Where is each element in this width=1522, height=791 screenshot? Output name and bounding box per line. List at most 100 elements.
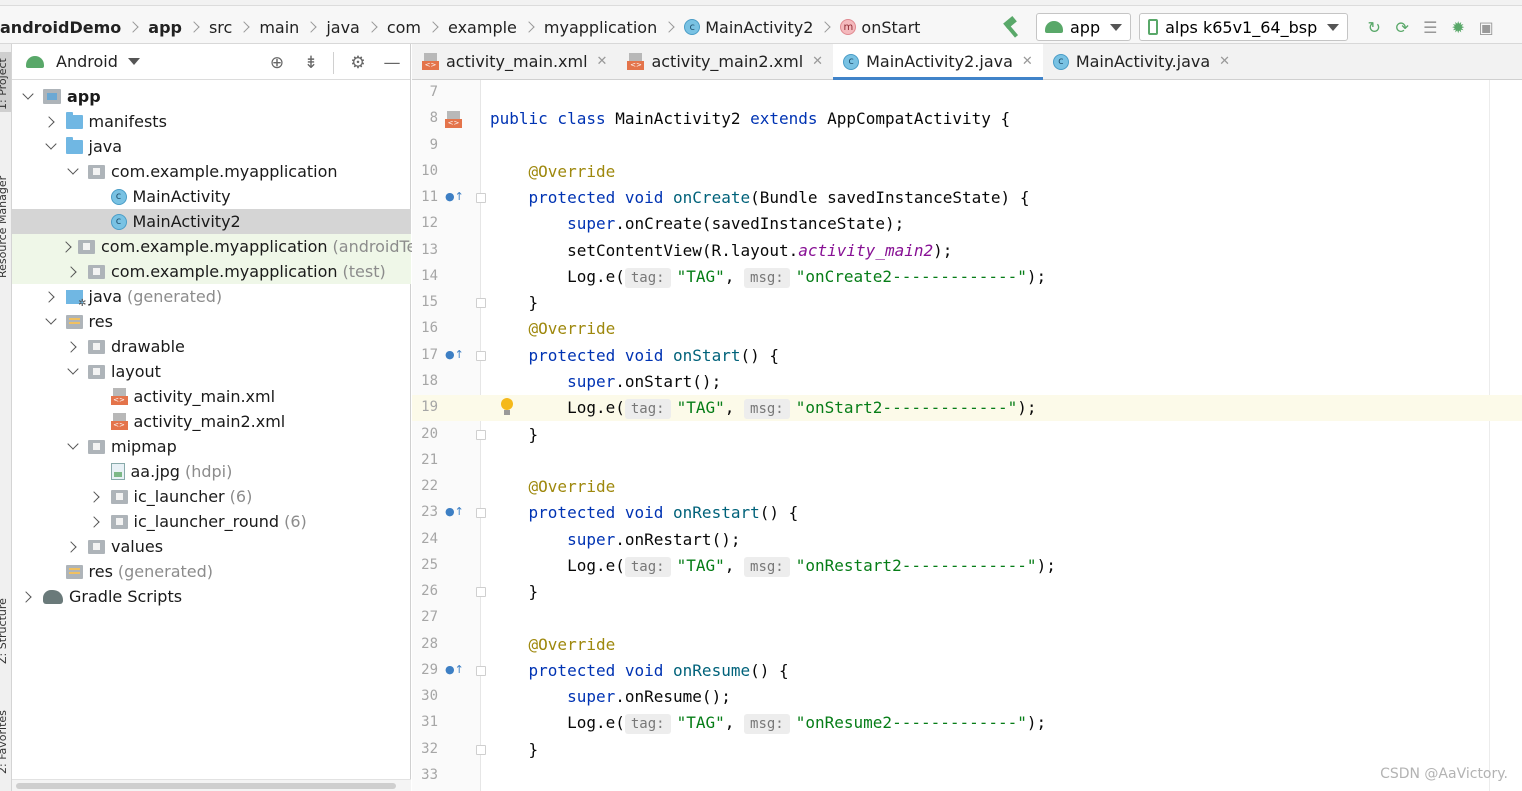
chevron-right-icon[interactable] bbox=[66, 540, 80, 554]
code-line[interactable]: 18 super.onStart(); bbox=[412, 369, 1522, 395]
override-marker-icon[interactable]: ●↑ bbox=[445, 190, 464, 203]
chevron-right-icon[interactable] bbox=[66, 265, 80, 279]
fold-toggle-icon[interactable] bbox=[476, 508, 486, 518]
breadcrumb-item[interactable]: myapplication bbox=[544, 18, 657, 37]
project-view-selector[interactable]: Android bbox=[56, 52, 118, 71]
code-line[interactable]: 13 setContentView(R.layout.activity_main… bbox=[412, 238, 1522, 264]
tree-item[interactable]: activity_main.xml bbox=[12, 384, 411, 409]
build-hammer-icon[interactable] bbox=[1000, 16, 1024, 38]
code-line[interactable]: 30 super.onResume(); bbox=[412, 684, 1522, 710]
override-marker-icon[interactable]: ●↑ bbox=[445, 663, 464, 676]
tree-item[interactable]: res (generated) bbox=[12, 559, 411, 584]
tree-item[interactable]: Gradle Scripts bbox=[12, 584, 411, 609]
apply-code-changes-icon[interactable]: ⟳ bbox=[1392, 17, 1412, 37]
chevron-down-icon[interactable] bbox=[66, 165, 80, 179]
collapse-all-icon[interactable]: ⇟ bbox=[301, 53, 321, 73]
code-line[interactable]: 12 super.onCreate(savedInstanceState); bbox=[412, 211, 1522, 237]
tree-item[interactable]: res bbox=[12, 309, 411, 334]
code-line[interactable]: 26 } bbox=[412, 579, 1522, 605]
tree-item[interactable]: ic_launcher_round (6) bbox=[12, 509, 411, 534]
code-line[interactable]: 31 Log.e(tag: "TAG", msg: "onResume2------… bbox=[412, 710, 1522, 736]
code-line[interactable]: 20 } bbox=[412, 422, 1522, 448]
chevron-down-icon[interactable] bbox=[44, 315, 58, 329]
close-icon[interactable]: ✕ bbox=[1219, 54, 1230, 69]
tree-item[interactable]: java(generated) bbox=[12, 284, 411, 309]
tree-item[interactable]: app bbox=[12, 84, 411, 109]
attach-debugger-icon[interactable]: ▣ bbox=[1476, 17, 1496, 37]
breadcrumb-item[interactable]: example bbox=[448, 18, 517, 37]
code-line[interactable]: 23 ●↑ protected void onRestart() { bbox=[412, 500, 1522, 526]
hide-minus-icon[interactable]: — bbox=[382, 53, 402, 73]
tree-item[interactable]: java bbox=[12, 134, 411, 159]
chevron-down-icon[interactable] bbox=[127, 58, 140, 65]
chevron-down-icon[interactable] bbox=[66, 440, 80, 454]
fold-toggle-icon[interactable] bbox=[476, 587, 486, 597]
code-line[interactable]: 16 @Override bbox=[412, 316, 1522, 342]
locate-target-icon[interactable]: ⊕ bbox=[267, 53, 287, 73]
tree-item[interactable]: com.example.myapplication (test) bbox=[12, 259, 411, 284]
code-line[interactable]: 14 Log.e(tag: "TAG", msg: "onCreate2------… bbox=[412, 264, 1522, 290]
editor-tab[interactable]: c MainActivity2.java ✕ bbox=[833, 44, 1043, 80]
override-marker-icon[interactable]: ●↑ bbox=[445, 348, 464, 361]
code-line[interactable]: 19 Log.e(tag: "TAG", msg: "onStart2-------… bbox=[412, 395, 1522, 421]
related-xml-icon[interactable] bbox=[445, 111, 462, 128]
breadcrumb-item[interactable]: androidDemo bbox=[0, 18, 121, 37]
code-line[interactable]: 21 bbox=[412, 448, 1522, 474]
tree-item[interactable]: aa.jpg (hdpi) bbox=[12, 459, 411, 484]
code-area[interactable]: 7 8 public class MainActivity2 extends App… bbox=[412, 80, 1522, 791]
code-line[interactable]: 25 Log.e(tag: "TAG", msg: "onRestart2-----… bbox=[412, 553, 1522, 579]
chevron-right-icon[interactable] bbox=[89, 490, 103, 504]
fold-toggle-icon[interactable] bbox=[476, 745, 486, 755]
breadcrumb-item[interactable]: com bbox=[387, 18, 421, 37]
run-list-icon[interactable]: ☰ bbox=[1420, 17, 1440, 37]
tree-item[interactable]: ic_launcher (6) bbox=[12, 484, 411, 509]
chevron-right-icon[interactable] bbox=[44, 115, 58, 129]
structure-tool-tab[interactable]: Z: Structure bbox=[0, 598, 9, 664]
editor-tab[interactable]: c MainActivity.java ✕ bbox=[1043, 44, 1240, 79]
chevron-down-icon[interactable] bbox=[66, 365, 80, 379]
code-line[interactable]: 10 @Override bbox=[412, 159, 1522, 185]
code-line[interactable]: 11 ●↑ protected void onCreate(Bundle save… bbox=[412, 185, 1522, 211]
code-line[interactable]: 7 bbox=[412, 80, 1522, 106]
gear-icon[interactable]: ⚙ bbox=[348, 53, 368, 73]
run-config-dropdown[interactable]: app bbox=[1036, 13, 1132, 41]
code-line[interactable]: 9 bbox=[412, 133, 1522, 159]
breadcrumb-item[interactable]: app bbox=[148, 18, 182, 37]
tree-item[interactable]: drawable bbox=[12, 334, 411, 359]
tree-item[interactable]: com.example.myapplication bbox=[12, 159, 411, 184]
code-line[interactable]: 29 ●↑ protected void onResume() { bbox=[412, 658, 1522, 684]
code-line[interactable]: 17 ●↑ protected void onStart() { bbox=[412, 343, 1522, 369]
code-line[interactable]: 24 super.onRestart(); bbox=[412, 527, 1522, 553]
horizontal-scrollbar[interactable] bbox=[12, 779, 411, 791]
code-line[interactable]: 27 bbox=[412, 605, 1522, 631]
chevron-down-icon[interactable] bbox=[21, 90, 35, 104]
debug-bug-icon[interactable]: ✹ bbox=[1448, 17, 1468, 37]
fold-toggle-icon[interactable] bbox=[476, 430, 486, 440]
code-line[interactable]: 22 @Override bbox=[412, 474, 1522, 500]
chevron-right-icon[interactable] bbox=[66, 240, 70, 254]
tree-item[interactable]: values bbox=[12, 534, 411, 559]
code-line[interactable]: 8 public class MainActivity2 extends AppC… bbox=[412, 106, 1522, 132]
tree-item[interactable]: c MainActivity2 bbox=[12, 209, 411, 234]
close-icon[interactable]: ✕ bbox=[597, 54, 608, 69]
override-marker-icon[interactable]: ●↑ bbox=[445, 505, 464, 518]
resource-manager-tool-tab[interactable]: Resource Manager bbox=[0, 176, 9, 278]
tree-item[interactable]: activity_main2.xml bbox=[12, 409, 411, 434]
editor-tab[interactable]: activity_main2.xml ✕ bbox=[617, 44, 833, 79]
code-line[interactable]: 15 } bbox=[412, 290, 1522, 316]
fold-toggle-icon[interactable] bbox=[476, 666, 486, 676]
scrollbar-thumb[interactable] bbox=[16, 783, 396, 789]
fold-toggle-icon[interactable] bbox=[476, 298, 486, 308]
tree-item[interactable]: manifests bbox=[12, 109, 411, 134]
breadcrumb-item[interactable]: c MainActivity2 bbox=[684, 18, 813, 37]
tree-item[interactable]: mipmap bbox=[12, 434, 411, 459]
chevron-right-icon[interactable] bbox=[66, 340, 80, 354]
breadcrumb-item[interactable]: java bbox=[326, 18, 360, 37]
close-icon[interactable]: ✕ bbox=[812, 54, 823, 69]
project-tool-tab[interactable]: 1: Project bbox=[0, 58, 9, 110]
breadcrumb-item[interactable]: main bbox=[259, 18, 299, 37]
tree-item[interactable]: c MainActivity bbox=[12, 184, 411, 209]
code-line[interactable]: 28 @Override bbox=[412, 632, 1522, 658]
chevron-right-icon[interactable] bbox=[44, 290, 58, 304]
tree-item[interactable]: layout bbox=[12, 359, 411, 384]
